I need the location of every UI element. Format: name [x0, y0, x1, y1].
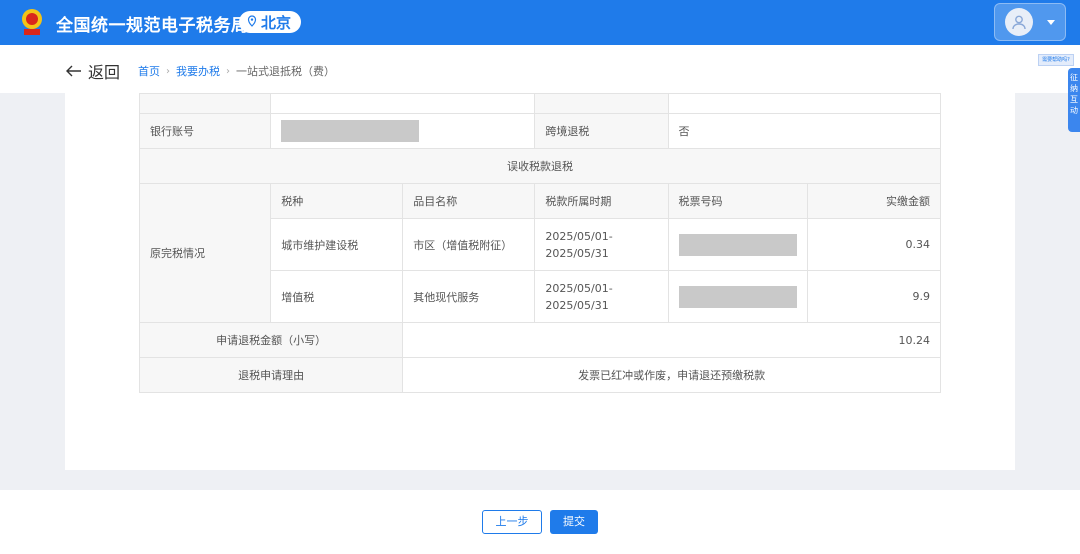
- content-panel: 银行账号 跨境退税 否 误收税款退税 原完税情况 税种 品目名称 税款所属时期 …: [65, 93, 1015, 470]
- arrow-left-icon: [66, 62, 82, 81]
- column-header: 税款所属时期: [534, 183, 669, 219]
- side-float-char: 纳: [1070, 84, 1078, 93]
- bank-account-label: 银行账号: [138, 113, 272, 149]
- original-tax-label: 原完税情况: [138, 183, 272, 323]
- chevron-right-icon: ›: [166, 65, 170, 77]
- breadcrumb-tax-service[interactable]: 我要办税: [176, 63, 220, 79]
- side-float-char: 征: [1070, 73, 1078, 82]
- app-title: 全国统一规范电子税务局: [56, 16, 249, 36]
- back-button[interactable]: 返回: [66, 59, 120, 83]
- sub-header: 返回 首页 › 我要办税 › 一站式退抵税（费）: [0, 45, 1080, 93]
- bank-account-value: [270, 113, 536, 149]
- back-label: 返回: [88, 63, 121, 82]
- item-name-cell: 其他现代服务: [402, 270, 536, 323]
- column-header: 品目名称: [402, 183, 536, 219]
- cross-region-label: 跨境退税: [534, 113, 669, 149]
- side-float-char: 互: [1070, 95, 1078, 104]
- table-row: 误收税款退税: [139, 148, 941, 184]
- period-cell: 2025/05/01- 2025/05/31: [534, 270, 669, 323]
- masked-value: [281, 120, 420, 142]
- side-float-panel[interactable]: 征 纳 互 动: [1068, 68, 1080, 132]
- masked-value: [678, 285, 797, 308]
- avatar-icon: [1005, 8, 1033, 36]
- column-header: 实缴金额: [806, 183, 942, 219]
- breadcrumb-home[interactable]: 首页: [138, 63, 160, 79]
- help-tag[interactable]: 需要帮助吗?: [1038, 54, 1074, 66]
- amount-cell: 0.34: [806, 218, 942, 271]
- section-title: 误收税款退税: [139, 148, 941, 184]
- refund-amount-value: 10.24: [402, 322, 941, 358]
- region-selector[interactable]: 北京: [239, 11, 302, 33]
- item-name-cell: 市区（增值税附征）: [402, 218, 536, 271]
- chevron-right-icon: ›: [226, 65, 230, 77]
- breadcrumb: 首页 › 我要办税 › 一站式退抵税（费）: [138, 63, 335, 79]
- refund-detail-table: 银行账号 跨境退税 否 误收税款退税 原完税情况 税种 品目名称 税款所属时期 …: [138, 93, 942, 393]
- side-float-char: 动: [1070, 106, 1078, 115]
- chevron-down-icon: [1047, 19, 1055, 25]
- period-cell: 2025/05/01- 2025/05/31: [534, 218, 669, 271]
- table-row: [138, 93, 942, 114]
- column-header: 税票号码: [667, 183, 808, 219]
- table-row: 申请退税金额（小写） 10.24: [138, 322, 941, 358]
- table-row: 银行账号 跨境退税 否: [138, 113, 942, 149]
- ticket-number-cell: [667, 218, 808, 271]
- tax-type-cell: 城市维护建设税: [270, 218, 404, 271]
- cross-region-value: 否: [667, 113, 942, 149]
- submit-button[interactable]: 提交: [550, 510, 598, 534]
- region-label: 北京: [261, 13, 292, 32]
- previous-step-button[interactable]: 上一步: [482, 510, 542, 534]
- breadcrumb-current: 一站式退抵税（费）: [236, 65, 335, 78]
- ticket-number-cell: [667, 270, 808, 323]
- refund-reason-label: 退税申请理由: [138, 357, 404, 393]
- location-pin-icon: [247, 13, 257, 31]
- footer-bar: 上一步 提交: [0, 490, 1080, 554]
- refund-reason-value: 发票已红冲或作废，申请退还预缴税款: [402, 357, 941, 393]
- table-header-row: 原完税情况 税种 品目名称 税款所属时期 税票号码 实缴金额: [138, 183, 942, 323]
- column-header: 税种: [270, 183, 404, 219]
- tax-emblem-icon: [18, 7, 46, 37]
- amount-cell: 9.9: [806, 270, 942, 323]
- tax-type-cell: 增值税: [270, 270, 404, 323]
- table-row: 退税申请理由 发票已红冲或作废，申请退还预缴税款: [138, 357, 941, 393]
- masked-value: [678, 233, 797, 256]
- user-menu[interactable]: [994, 3, 1066, 41]
- refund-amount-label: 申请退税金额（小写）: [138, 322, 404, 358]
- top-bar: 全国统一规范电子税务局 北京: [0, 0, 1080, 45]
